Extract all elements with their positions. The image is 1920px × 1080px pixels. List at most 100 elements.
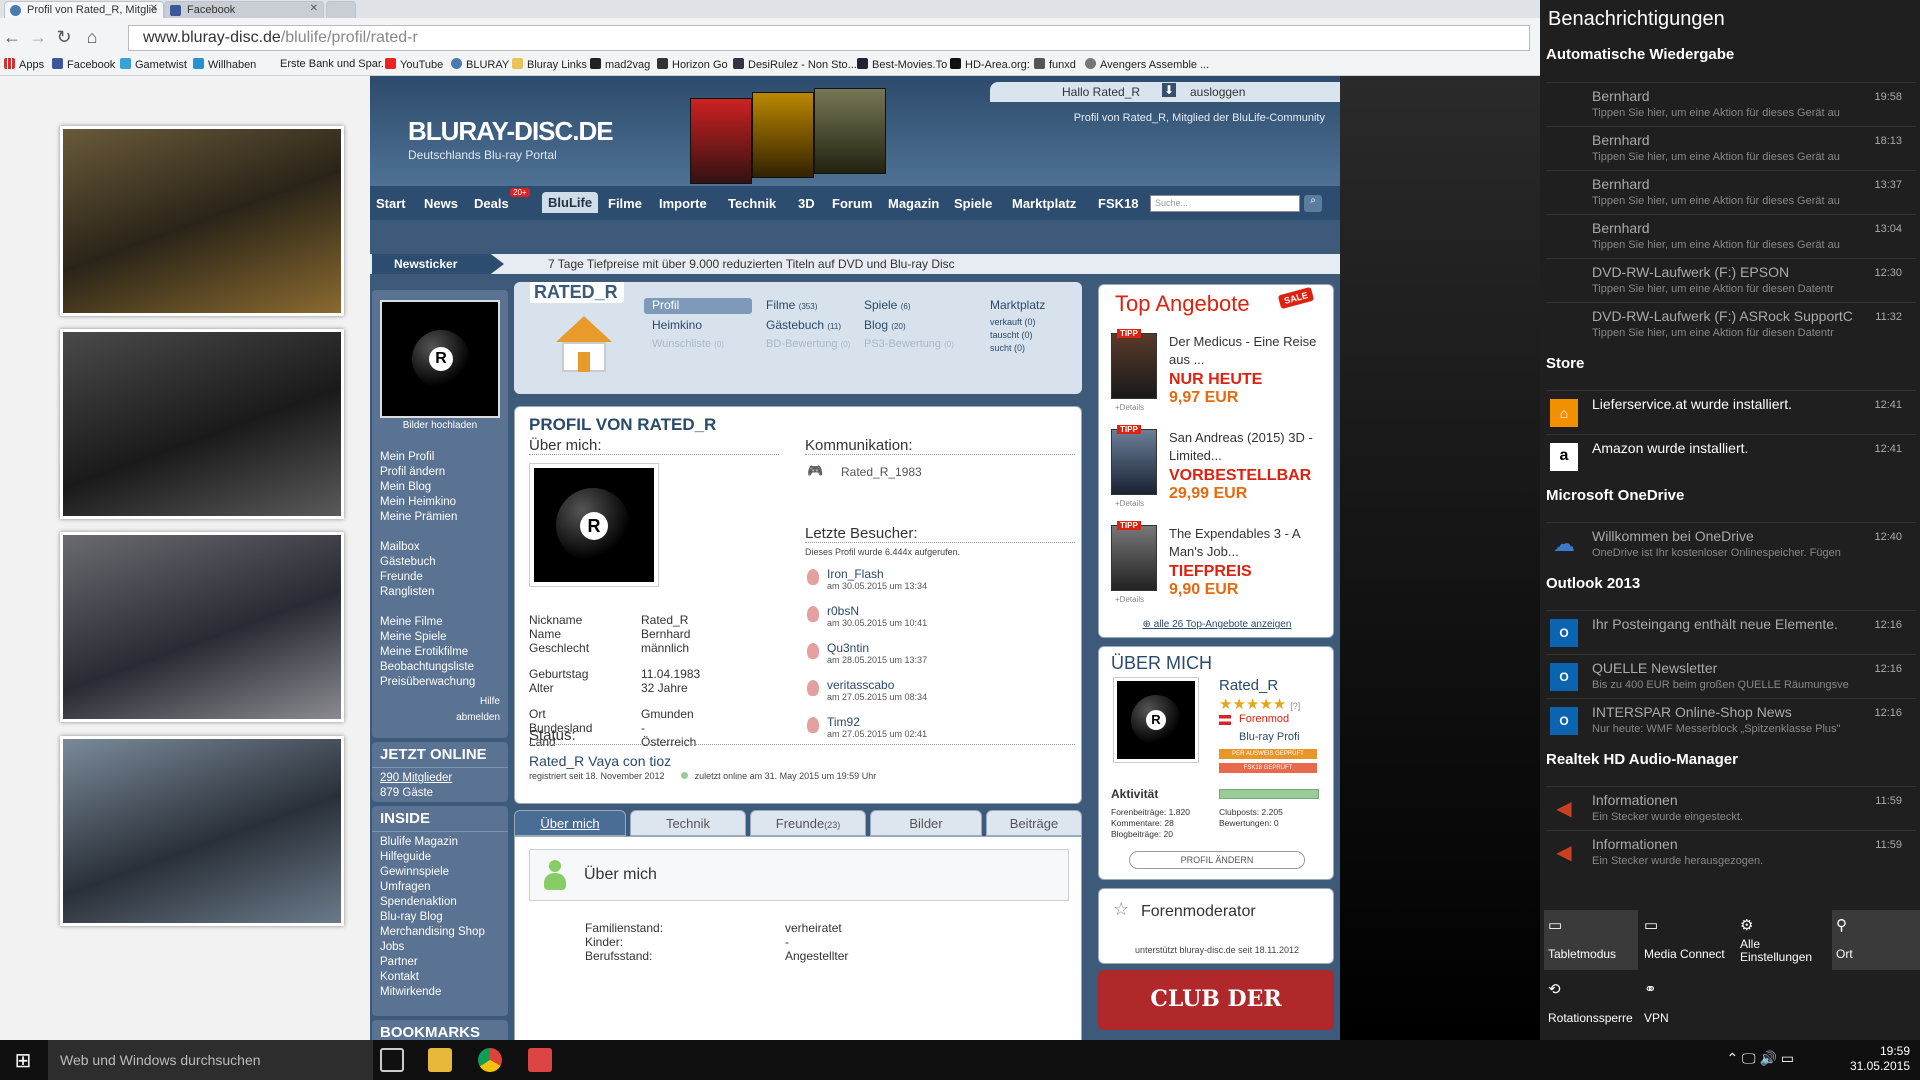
abmelden-link[interactable]: abmelden	[456, 712, 500, 723]
profile-tab-bd-bewertung[interactable]: BD-Bewertung (0)	[766, 338, 850, 350]
file-explorer-icon[interactable]	[428, 1048, 452, 1072]
nav-magazin[interactable]: Magazin	[888, 196, 939, 211]
tab-freunde[interactable]: Freunde(23)	[750, 810, 866, 836]
nav-start[interactable]: Start	[376, 196, 406, 211]
quick-action-tablet-mode[interactable]: ▭ Tabletmodus	[1544, 910, 1638, 970]
bookmark-apps[interactable]: Apps	[4, 58, 44, 71]
sidebar-item-meine-praemien[interactable]: Meine Prämien	[372, 510, 457, 525]
offer-cover[interactable]	[1111, 429, 1157, 495]
offer-details-link[interactable]: +Details	[1115, 499, 1144, 508]
market-verkauft[interactable]: verkauft (0)	[990, 316, 1036, 329]
profile-tab-wunschliste[interactable]: Wunschliste (0)	[652, 338, 724, 350]
nav-blulife[interactable]: BluLife	[542, 192, 599, 213]
visitor-name[interactable]: Qu3ntin	[827, 641, 1081, 655]
nav-deals[interactable]: Deals	[474, 196, 509, 211]
tab-beitraege[interactable]: Beiträge	[986, 810, 1082, 836]
notification-item[interactable]: DVD-RW-Laufwerk (F:) EPSON Tippen Sie hie…	[1546, 258, 1916, 302]
visitor-item[interactable]: Qu3ntin am 28.05.2015 um 13:37	[807, 641, 1081, 665]
inside-link[interactable]: Merchandising Shop	[372, 925, 508, 940]
new-tab-button[interactable]	[326, 1, 356, 18]
bookmark-willhaben[interactable]: Willhaben	[193, 58, 256, 71]
notification-item[interactable]: a Amazon wurde installiert. 12:41	[1546, 434, 1916, 478]
notification-item[interactable]: Bernhard Tippen Sie hier, um eine Aktion …	[1546, 82, 1916, 126]
bookmark-horizon-go[interactable]: Horizon Go	[657, 58, 728, 71]
nav-news[interactable]: News	[424, 196, 458, 211]
offer-title[interactable]: San Andreas (2015) 3D - Limited...	[1169, 429, 1324, 465]
inside-link[interactable]: Gewinnspiele	[372, 865, 508, 880]
clock-date[interactable]: 31.05.2015	[1850, 1059, 1910, 1074]
back-arrow-icon[interactable]: ←	[0, 27, 24, 48]
inside-link[interactable]: Mitwirkende	[372, 985, 508, 1000]
group-autoplay[interactable]: Automatische Wiedergabe	[1546, 46, 1734, 63]
sidebar-item-profil-aendern[interactable]: Profil ändern	[372, 465, 457, 480]
offer-item[interactable]: TIPP The Expendables 3 - A Man's Job... …	[1111, 521, 1326, 605]
bookmark-bluray[interactable]: BLURAY	[451, 58, 509, 71]
inside-link[interactable]: Spendenaktion	[372, 895, 508, 910]
ticker-text[interactable]: 7 Tage Tiefpreise mit über 9.000 reduzie…	[548, 257, 955, 271]
sidebar-item-meine-filme[interactable]: Meine Filme	[372, 615, 475, 630]
offer-cover[interactable]	[1111, 525, 1157, 591]
sidebar-item-beobachtungsliste[interactable]: Beobachtungsliste	[372, 660, 475, 675]
taskbar-search-box[interactable]: Web und Windows durchsuchen	[48, 1040, 373, 1080]
inside-link[interactable]: Hilfeguide	[372, 850, 508, 865]
bookmark-best-movies[interactable]: Best-Movies.To	[857, 58, 947, 71]
nav-filme[interactable]: Filme	[608, 196, 642, 211]
sidebar-item-freunde[interactable]: Freunde	[372, 570, 436, 585]
notification-item[interactable]: O INTERSPAR Online-Shop News Nur heute: WM…	[1546, 698, 1916, 742]
group-outlook[interactable]: Outlook 2013	[1546, 575, 1640, 592]
inside-link[interactable]: Blulife Magazin	[372, 835, 508, 850]
notification-item[interactable]: ⌂ Lieferservice.at wurde installiert. 12:4…	[1546, 390, 1916, 434]
forward-arrow-icon[interactable]: →	[26, 27, 50, 48]
sidebar-item-mailbox[interactable]: Mailbox	[372, 540, 436, 555]
sidebar-item-mein-profil[interactable]: Mein Profil	[372, 450, 457, 465]
chrome-icon[interactable]	[478, 1048, 502, 1072]
tab-profil[interactable]: Profil von Rated_R, Mitglie ✕	[4, 1, 164, 18]
bookmark-hd-area[interactable]: HD-Area.org:	[950, 58, 1030, 71]
inside-link[interactable]: Jobs	[372, 940, 508, 955]
upload-images-link[interactable]: Bilder hochladen	[372, 420, 508, 431]
help-link[interactable]: Hilfe	[480, 696, 500, 707]
visitor-item[interactable]: veritasscabo am 27.05.2015 um 08:34	[807, 678, 1081, 702]
visitor-name[interactable]: r0bsN	[827, 604, 1081, 618]
nav-importe[interactable]: Importe	[659, 196, 707, 211]
clock-time[interactable]: 19:59	[1850, 1044, 1910, 1059]
profile-tab-ps3-bewertung[interactable]: PS3-Bewertung (0)	[864, 338, 954, 350]
bookmark-youtube[interactable]: YouTube	[385, 58, 443, 71]
search-icon[interactable]: ⌕	[1304, 195, 1322, 212]
profile-tab-filme[interactable]: Filme (353)	[766, 298, 817, 312]
offer-details-link[interactable]: +Details	[1115, 595, 1144, 604]
notification-item[interactable]: DVD-RW-Laufwerk (F:) ASRock SupportC Tipp…	[1546, 302, 1916, 346]
about-card-username[interactable]: Rated_R	[1219, 677, 1278, 694]
bookmark-gametwist[interactable]: Gametwist	[120, 58, 187, 71]
notification-item[interactable]: Bernhard Tippen Sie hier, um eine Aktion …	[1546, 170, 1916, 214]
offer-cover[interactable]	[1111, 333, 1157, 399]
visitor-name[interactable]: Iron_Flash	[827, 567, 1081, 581]
group-onedrive[interactable]: Microsoft OneDrive	[1546, 487, 1684, 504]
offer-item[interactable]: TIPP San Andreas (2015) 3D - Limited... …	[1111, 425, 1326, 509]
market-sucht[interactable]: sucht (0)	[990, 342, 1036, 355]
notification-item[interactable]: ☁ Willkommen bei OneDrive OneDrive ist Ihr…	[1546, 522, 1916, 566]
notification-item[interactable]: O Ihr Posteingang enthält neue Elemente. 1…	[1546, 610, 1916, 654]
market-tauscht[interactable]: tauscht (0)	[990, 329, 1036, 342]
sidebar-item-mein-blog[interactable]: Mein Blog	[372, 480, 457, 495]
bookmark-mad2vag[interactable]: mad2vag	[590, 58, 650, 71]
nav-technik[interactable]: Technik	[728, 196, 776, 211]
logout-link[interactable]: ausloggen	[1190, 85, 1245, 99]
profile-tab-profil[interactable]: Profil	[652, 298, 679, 312]
tab-uber-mich[interactable]: Über mich	[514, 810, 626, 836]
bookmark-funxd[interactable]: funxd	[1034, 58, 1076, 71]
edit-profile-button[interactable]: PROFIL ÄNDERN	[1129, 851, 1305, 869]
quick-action-location[interactable]: ⚲ Ort	[1832, 910, 1920, 970]
notification-item[interactable]: Bernhard Tippen Sie hier, um eine Aktion …	[1546, 126, 1916, 170]
inside-link[interactable]: Umfragen	[372, 880, 508, 895]
logout-arrow-icon[interactable]: ⬇	[1162, 83, 1177, 97]
offer-item[interactable]: TIPP Der Medicus - Eine Reise aus ... NU…	[1111, 329, 1326, 413]
quick-action-rotation-lock[interactable]: ⟲ Rotationssperre	[1544, 974, 1638, 1034]
notification-item[interactable]: O QUELLE Newsletter Bis zu 400 EUR beim gr…	[1546, 654, 1916, 698]
task-view-icon[interactable]	[380, 1048, 404, 1072]
tab-technik[interactable]: Technik	[630, 810, 746, 836]
visitor-name[interactable]: veritasscabo	[827, 678, 1081, 692]
close-icon[interactable]: ✕	[150, 3, 158, 14]
sidebar-item-gaestebuch[interactable]: Gästebuch	[372, 555, 436, 570]
windows-start-icon[interactable]: ⊞	[0, 1040, 46, 1080]
